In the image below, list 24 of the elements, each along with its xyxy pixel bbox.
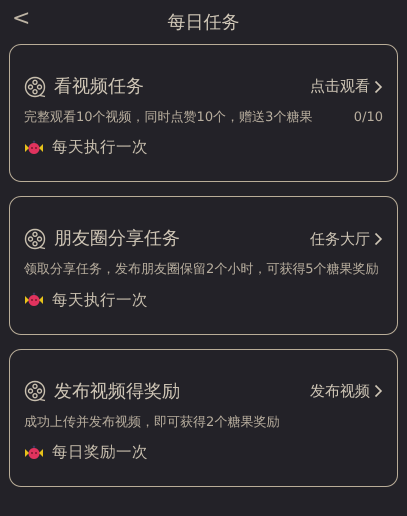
- task-description: 成功上传并发布视频，即可获得2个糖果奖励: [24, 414, 280, 432]
- film-reel-icon: [24, 76, 46, 98]
- frequency-text: 每天执行一次: [52, 290, 148, 311]
- candy-icon: [24, 444, 44, 461]
- task-description: 领取分享任务，发布朋友圈保留2个小时，可获得5个糖果奖励: [24, 261, 379, 280]
- task-title: 发布视频得奖励: [54, 380, 180, 404]
- task-action-link[interactable]: 任务大厅: [310, 228, 383, 250]
- film-reel-icon: [24, 380, 46, 402]
- chevron-right-icon: [374, 384, 383, 398]
- task-action-link[interactable]: 发布视频: [310, 380, 383, 403]
- film-reel-icon: [24, 228, 46, 250]
- task-action-link[interactable]: 点击观看: [310, 75, 383, 98]
- chevron-right-icon: [374, 232, 383, 246]
- task-description: 完整观看10个视频，同时点赞10个，赠送3个糖果: [24, 109, 312, 127]
- chevron-right-icon: [374, 80, 383, 94]
- task-title: 看视频任务: [54, 75, 144, 99]
- task-title: 朋友圈分享任务: [54, 227, 180, 252]
- progress-count: 0/10: [354, 109, 383, 127]
- candy-icon: [24, 292, 44, 308]
- frequency-text: 每天执行一次: [52, 137, 148, 158]
- back-button[interactable]: <: [6, 6, 36, 32]
- page-title: 每日任务: [168, 10, 240, 34]
- candy-icon: [24, 140, 44, 156]
- frequency-text: 每日奖励一次: [52, 442, 148, 463]
